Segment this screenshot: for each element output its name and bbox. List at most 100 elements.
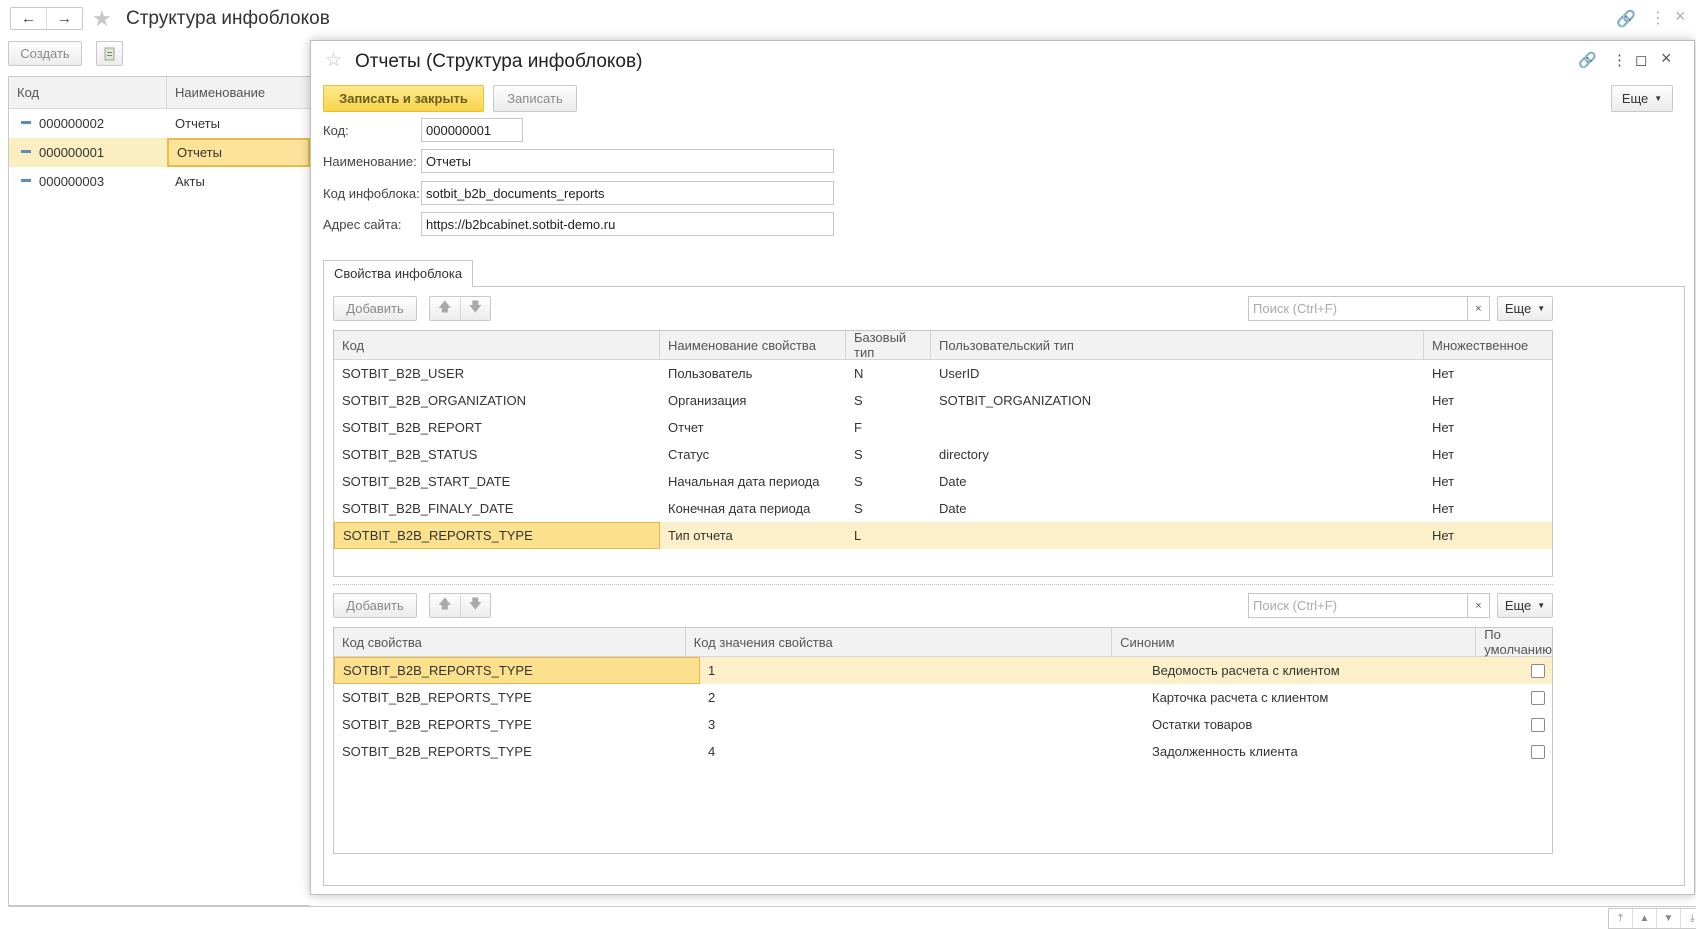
code-field[interactable]: 000000001 [421, 118, 523, 142]
default-checkbox[interactable] [1531, 744, 1545, 759]
move-down-icon[interactable]: 🡇 [459, 297, 491, 320]
values-search-input[interactable]: Поиск (Ctrl+F) × [1248, 593, 1490, 618]
add-value-button[interactable]: Добавить [333, 593, 417, 618]
cell-user-type: Date [939, 474, 967, 489]
name-field[interactable]: Отчеты [421, 149, 834, 173]
move-up-icon[interactable]: 🡅 [430, 595, 460, 617]
column-header-property-name[interactable]: Наименование свойства [660, 331, 846, 359]
column-header-property-code[interactable]: Код свойства [334, 628, 686, 656]
scroll-up-icon[interactable]: ▲ [1633, 909, 1657, 928]
cell-user-type [931, 414, 1424, 441]
column-header-code[interactable]: Код [9, 77, 167, 108]
scroll-down-icon[interactable]: ▼ [1657, 909, 1681, 928]
name-label: Наименование: [323, 154, 417, 169]
move-up-icon[interactable]: 🡅 [430, 298, 460, 320]
values-more-button[interactable]: Еще ▼ [1497, 593, 1553, 618]
cell-base-type: S [854, 447, 863, 462]
more-vertical-icon[interactable]: ⋮ [1612, 51, 1627, 69]
cell-base-type: F [854, 420, 862, 435]
scroll-top-icon[interactable]: ⤒ [1609, 909, 1633, 928]
table-row[interactable]: SOTBIT_B2B_STATUS Статус S directory Нет [334, 441, 1552, 468]
table-row[interactable]: SOTBIT_B2B_REPORT Отчет F Нет [334, 414, 1552, 441]
list-item[interactable]: 000000002 Отчеты [9, 109, 310, 138]
link-icon[interactable]: 🔗 [1578, 51, 1597, 69]
move-buttons: 🡅 🡇 [429, 593, 491, 618]
clear-search-icon[interactable]: × [1467, 297, 1489, 320]
back-arrow-icon[interactable]: ← [11, 8, 46, 29]
favorite-star-icon[interactable]: ☆ [325, 49, 342, 72]
cell-synonym: Задолженность клиента [1152, 744, 1298, 759]
table-row[interactable]: SOTBIT_B2B_REPORTS_TYPE 1 Ведомость расч… [334, 657, 1552, 684]
column-header-code[interactable]: Код [334, 331, 660, 359]
cell-value-code: 1 [708, 663, 716, 678]
cell-value-code: 4 [708, 744, 716, 759]
properties-more-button[interactable]: Еще ▼ [1497, 296, 1553, 321]
table-row[interactable]: SOTBIT_B2B_REPORTS_TYPE 3 Остатки товаро… [334, 711, 1552, 738]
chevron-down-icon: ▼ [1654, 94, 1663, 103]
item-icon [21, 121, 31, 124]
column-header-user-type[interactable]: Пользовательский тип [931, 331, 1424, 359]
nav-buttons: ← → [10, 7, 83, 30]
add-property-button[interactable]: Добавить [333, 296, 417, 321]
more-button[interactable]: Еще ▼ [1611, 85, 1673, 112]
list-item[interactable]: 000000001 Отчеты [9, 138, 310, 167]
property-values-table: Код свойства Код значения свойства Синон… [333, 627, 1553, 854]
column-header-multiple[interactable]: Множественное [1424, 331, 1552, 359]
link-icon[interactable]: 🔗 [1616, 9, 1636, 29]
cell-property-name: Отчет [668, 420, 704, 435]
tab-iblock-properties[interactable]: Свойства инфоблока [323, 260, 474, 287]
scroll-bottom-icon[interactable]: ⤓ [1681, 909, 1696, 928]
table-row[interactable]: SOTBIT_B2B_USER Пользователь N UserID Не… [334, 360, 1552, 387]
cell-base-type: S [854, 393, 863, 408]
close-icon[interactable]: × [1661, 48, 1672, 69]
table-row[interactable]: SOTBIT_B2B_ORGANIZATION Организация S SO… [334, 387, 1552, 414]
cell-base-type: S [854, 501, 863, 516]
column-header-default[interactable]: По умолчанию [1476, 628, 1552, 657]
column-header-base-type[interactable]: Базовый тип [846, 331, 931, 360]
move-buttons: 🡅 🡇 [429, 296, 491, 321]
site-address-field[interactable]: https://b2bcabinet.sotbit-demo.ru [421, 212, 834, 236]
column-header-value-code[interactable]: Код значения свойства [686, 628, 1113, 656]
list-item[interactable]: 000000003 Акты [9, 167, 310, 196]
table-row[interactable]: SOTBIT_B2B_FINALY_DATE Конечная дата пер… [334, 495, 1552, 522]
copy-button[interactable] [96, 41, 123, 66]
cell-base-type: S [854, 474, 863, 489]
table-row[interactable]: SOTBIT_B2B_REPORTS_TYPE 2 Карточка расче… [334, 684, 1552, 711]
properties-search-input[interactable]: Поиск (Ctrl+F) × [1248, 296, 1490, 321]
save-and-close-button[interactable]: Записать и закрыть [323, 85, 484, 112]
clear-search-icon[interactable]: × [1467, 594, 1489, 617]
create-button[interactable]: Создать [8, 41, 82, 66]
column-header-synonym[interactable]: Синоним [1112, 628, 1477, 656]
more-vertical-icon[interactable]: ⋮ [1650, 8, 1666, 28]
cell-value-code: 2 [708, 690, 716, 705]
cell-property-code: SOTBIT_B2B_REPORTS_TYPE [342, 744, 532, 759]
page-title: Структура инфоблоков [126, 8, 330, 29]
window-border [8, 906, 1696, 907]
code-label: Код: [323, 123, 349, 138]
default-checkbox[interactable] [1531, 690, 1545, 705]
cell-base-type: L [854, 528, 862, 543]
dialog-title: Отчеты (Структура инфоблоков) [355, 51, 643, 72]
table-row[interactable]: SOTBIT_B2B_REPORTS_TYPE 4 Задолженность … [334, 738, 1552, 765]
search-placeholder: Поиск (Ctrl+F) [1253, 301, 1338, 316]
column-header-name[interactable]: Наименование [167, 77, 265, 108]
more-label: Еще [1504, 598, 1532, 613]
table-row[interactable]: SOTBIT_B2B_START_DATE Начальная дата пер… [334, 468, 1552, 495]
move-down-icon[interactable]: 🡇 [459, 594, 491, 617]
iblock-code-field[interactable]: sotbit_b2b_documents_reports [421, 181, 834, 205]
scroll-navigation: ⤒ ▲ ▼ ⤓ [1608, 908, 1696, 929]
cell-multiple: Нет [1432, 447, 1455, 462]
save-button[interactable]: Записать [493, 85, 577, 112]
default-checkbox[interactable] [1531, 717, 1545, 732]
default-checkbox[interactable] [1531, 663, 1545, 678]
table-row[interactable]: SOTBIT_B2B_REPORTS_TYPE Тип отчета L Нет [334, 522, 1552, 549]
splitter[interactable] [333, 584, 1553, 585]
favorite-star-icon[interactable]: ★ [92, 6, 112, 32]
cell-user-type: SOTBIT_ORGANIZATION [939, 393, 1092, 408]
forward-arrow-icon[interactable]: → [46, 8, 82, 29]
maximize-icon[interactable]: ◻ [1635, 51, 1647, 69]
cell-property-name: Начальная дата периода [668, 474, 820, 489]
close-icon[interactable]: × [1675, 6, 1686, 27]
list-item-name: Отчеты [167, 138, 310, 167]
chevron-down-icon: ▼ [1537, 601, 1546, 610]
